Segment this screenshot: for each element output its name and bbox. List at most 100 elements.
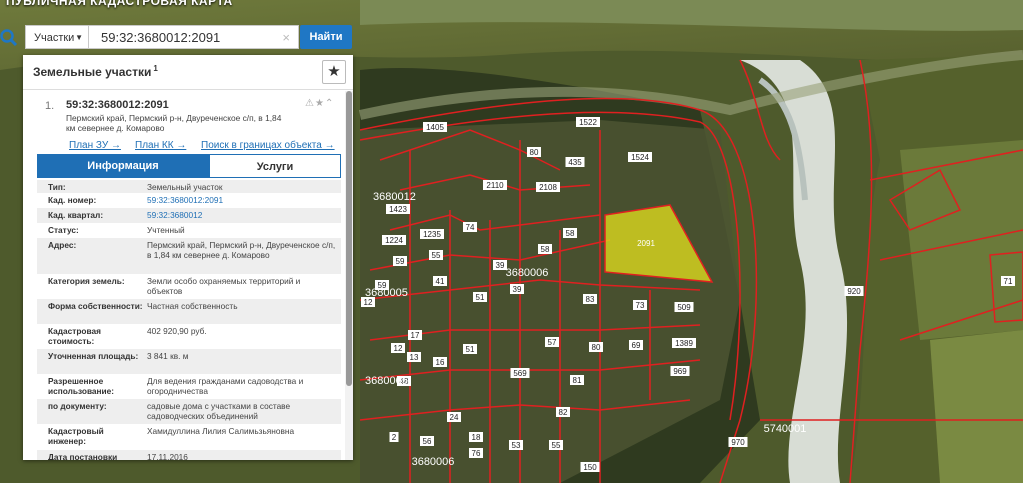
- attr-label: Статус:: [48, 225, 79, 235]
- parcel-label[interactable]: 74: [466, 223, 475, 232]
- tabs: Информация Услуги: [37, 154, 341, 178]
- result-index: 1.: [45, 100, 55, 112]
- attr-label: Кадастровый инженер:: [48, 426, 104, 446]
- search-input-value: 59:32:3680012:2091: [101, 30, 221, 45]
- parcel-label[interactable]: 39: [496, 261, 505, 270]
- parcel-label[interactable]: 55: [432, 251, 441, 260]
- parcel-label[interactable]: 569: [513, 369, 527, 378]
- parcel-label[interactable]: 58: [566, 229, 575, 238]
- parcel-label[interactable]: 17: [411, 331, 420, 340]
- attr-value: Пермский край, Пермский р-н, Двуреченско…: [147, 240, 336, 260]
- panel-title-text: Земельные участки: [33, 65, 152, 79]
- attr-value: садовые дома с участками в составе садов…: [147, 401, 291, 421]
- quarter-label: 3680012: [373, 191, 416, 203]
- parcel-label[interactable]: 5740001: [764, 423, 807, 435]
- scrollbar[interactable]: [345, 91, 353, 460]
- parcel-label[interactable]: 83: [586, 295, 595, 304]
- result-actions: ⚠★⌃: [305, 98, 334, 109]
- attr-label: Кадастровая стоимость:: [48, 326, 101, 346]
- parcel-label[interactable]: 2091: [637, 239, 655, 248]
- table-row: Тип: Земельный участок: [37, 180, 341, 193]
- quarter-label: 3680005: [365, 287, 408, 299]
- search-bar: Участки ▼ 59:32:3680012:2091 × Найти: [0, 25, 356, 51]
- parcel-label[interactable]: 1522: [579, 118, 597, 127]
- attr-value-link[interactable]: 59:32:3680012:2091: [147, 195, 337, 205]
- parcel-label[interactable]: 1423: [389, 205, 407, 214]
- parcel-label[interactable]: 509: [677, 303, 691, 312]
- link-search-in-bounds[interactable]: Поиск в границах объекта →: [201, 140, 335, 151]
- attr-value: Хамидуллина Лилия Салимьзьяновна: [147, 426, 295, 436]
- link-plan-zu[interactable]: План ЗУ →: [69, 140, 121, 151]
- parcel-label[interactable]: 2110: [486, 181, 504, 190]
- tab-services[interactable]: Услуги: [209, 154, 341, 178]
- result-cadastral-id: 59:32:3680012:2091: [66, 99, 169, 111]
- parcel-label[interactable]: 150: [583, 463, 597, 472]
- parcel-label[interactable]: 435: [568, 158, 582, 167]
- parcel-label[interactable]: 969: [673, 367, 687, 376]
- parcel-label[interactable]: 59: [396, 257, 405, 266]
- parcel-label[interactable]: 55: [552, 441, 561, 450]
- parcel-label[interactable]: 3680006: [412, 456, 455, 468]
- parcel-label[interactable]: 970: [731, 438, 745, 447]
- star-icon: ★: [327, 63, 341, 80]
- clear-icon[interactable]: ×: [282, 26, 290, 50]
- parcel-label[interactable]: 39: [513, 285, 522, 294]
- attr-value: Земли особо охраняемых территорий и объе…: [147, 276, 301, 296]
- table-row: Кадастровый инженер: Хамидуллина Лилия Са…: [37, 424, 341, 450]
- star-icon[interactable]: ★: [315, 98, 325, 109]
- parcel-label[interactable]: 2108: [539, 183, 557, 192]
- scrollbar-thumb[interactable]: [346, 91, 352, 386]
- parcel-label[interactable]: 53: [512, 441, 521, 450]
- attr-label: Тип:: [48, 182, 66, 192]
- parcel-label[interactable]: 13: [410, 353, 419, 362]
- chevron-down-icon: ▼: [75, 33, 83, 42]
- chevron-up-icon[interactable]: ⌃: [325, 98, 334, 109]
- filter-select[interactable]: Участки ▼: [25, 25, 89, 49]
- find-button[interactable]: Найти: [300, 25, 352, 49]
- table-row: Кад. квартал: 59:32:3680012: [37, 208, 341, 223]
- parcel-label[interactable]: 18: [472, 433, 481, 442]
- parcel-label[interactable]: 12: [364, 298, 373, 307]
- parcel-label[interactable]: 1235: [423, 230, 441, 239]
- attr-value: Частная собственность: [147, 301, 238, 311]
- parcel-label[interactable]: 1524: [631, 153, 649, 162]
- warning-icon[interactable]: ⚠: [305, 98, 315, 109]
- link-plan-kk[interactable]: План КК →: [135, 140, 186, 151]
- parcel-label[interactable]: 81: [573, 376, 582, 385]
- parcel-label[interactable]: 71: [1004, 277, 1013, 286]
- table-row: Кад. номер: 59:32:3680012:2091: [37, 193, 341, 208]
- parcel-label[interactable]: 80: [530, 148, 539, 157]
- attr-value-link[interactable]: 59:32:3680012: [147, 210, 337, 220]
- parcel-label[interactable]: 1389: [675, 339, 693, 348]
- parcel-label[interactable]: 58: [541, 245, 550, 254]
- attr-label: Кад. квартал:: [48, 210, 104, 220]
- parcel-label[interactable]: 3680006: [506, 267, 549, 279]
- parcel-label[interactable]: 80: [592, 343, 601, 352]
- parcel-label[interactable]: 73: [636, 301, 645, 310]
- parcel-label[interactable]: 1405: [426, 123, 444, 132]
- parcel-label[interactable]: 57: [548, 338, 557, 347]
- parcel-label[interactable]: 2: [392, 433, 397, 442]
- panel-title-count: 1: [153, 64, 158, 73]
- results-panel: Земельные участки 1 ★ 1. 59:32:3680012:20…: [23, 55, 353, 460]
- parcel-label[interactable]: 41: [436, 277, 445, 286]
- parcel-label[interactable]: 82: [559, 408, 568, 417]
- parcel-label[interactable]: 76: [472, 449, 481, 458]
- parcel-label[interactable]: 51: [476, 293, 485, 302]
- search-input[interactable]: 59:32:3680012:2091 ×: [89, 25, 299, 49]
- parcel-label[interactable]: 69: [632, 341, 641, 350]
- parcel-label[interactable]: 24: [450, 413, 459, 422]
- search-icon[interactable]: [0, 27, 20, 49]
- favorite-button[interactable]: ★: [322, 60, 346, 84]
- parcel-label[interactable]: 56: [423, 437, 432, 446]
- table-row: Статус: Учтенный: [37, 223, 341, 238]
- parcel-label[interactable]: 12: [394, 344, 403, 353]
- parcel-label[interactable]: 16: [436, 358, 445, 367]
- parcel-label[interactable]: 920: [847, 287, 861, 296]
- parcel-label[interactable]: 1224: [385, 236, 403, 245]
- tab-info[interactable]: Информация: [37, 154, 209, 178]
- parcel-label[interactable]: 51: [466, 345, 475, 354]
- attr-label: по документу:: [48, 401, 107, 411]
- quarter-label: 3680005: [365, 375, 408, 387]
- attr-value: Земельный участок: [147, 182, 223, 192]
